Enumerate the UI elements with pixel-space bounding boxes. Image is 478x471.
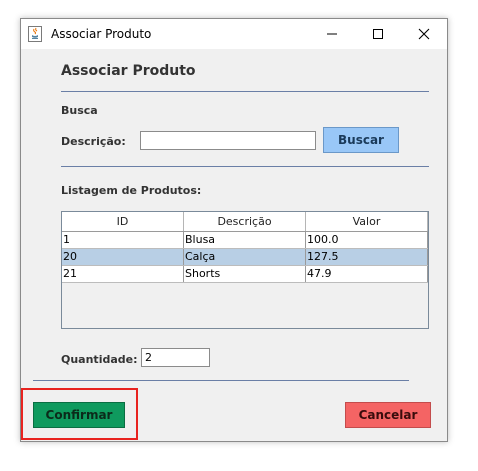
separator-top (61, 91, 429, 92)
dialog-window: Associar Produto Associar Produto Busca … (20, 18, 448, 442)
table-row[interactable]: 21 Shorts 47.9 (62, 266, 428, 283)
cell-description: Shorts (184, 266, 306, 282)
separator-bottom (33, 380, 409, 381)
cell-description: Blusa (184, 232, 306, 248)
quantity-input[interactable] (141, 348, 210, 367)
cell-id: 20 (62, 249, 184, 265)
description-label: Descrição: (61, 135, 126, 148)
cell-description: Calça (184, 249, 306, 265)
product-table[interactable]: ID Descrição Valor 1 Blusa 100.0 20 Calç… (61, 211, 429, 329)
cell-value: 100.0 (306, 232, 428, 248)
minimize-icon (326, 25, 338, 44)
cell-id: 21 (62, 266, 184, 282)
search-section-label: Busca (61, 104, 98, 117)
close-icon (418, 25, 430, 44)
cell-id: 1 (62, 232, 184, 248)
title-bar[interactable]: Associar Produto (21, 19, 447, 49)
minimize-button[interactable] (309, 19, 355, 49)
search-button[interactable]: Buscar (323, 127, 399, 153)
cell-value: 47.9 (306, 266, 428, 282)
dialog-content: Associar Produto Busca Descrição: Buscar… (21, 49, 447, 441)
product-list-label: Listagem de Produtos: (61, 184, 202, 197)
table-row[interactable]: 1 Blusa 100.0 (62, 232, 428, 249)
maximize-button[interactable] (355, 19, 401, 49)
highlight-box (21, 388, 138, 440)
cell-value: 127.5 (306, 249, 428, 265)
page-title: Associar Produto (61, 63, 196, 79)
window-title: Associar Produto (51, 27, 152, 41)
column-header-description[interactable]: Descrição (184, 212, 306, 231)
cancel-button[interactable]: Cancelar (345, 402, 431, 428)
column-header-id[interactable]: ID (62, 212, 184, 231)
table-header: ID Descrição Valor (62, 212, 428, 232)
maximize-icon (372, 25, 384, 44)
quantity-label: Quantidade: (61, 353, 138, 366)
java-coffee-icon (28, 26, 42, 42)
table-row-selected[interactable]: 20 Calça 127.5 (62, 249, 428, 266)
separator-middle (61, 166, 429, 167)
column-header-value[interactable]: Valor (306, 212, 428, 231)
description-input[interactable] (140, 131, 316, 150)
close-button[interactable] (401, 19, 447, 49)
